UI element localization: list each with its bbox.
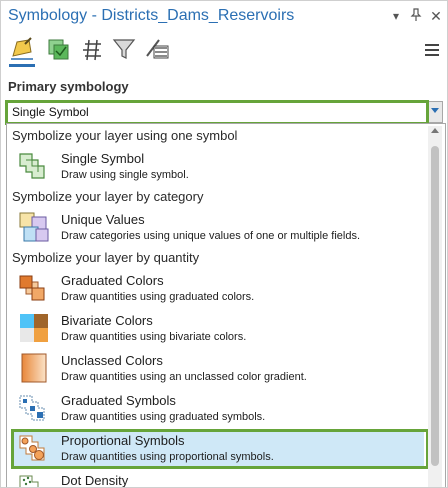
- dropdown-selected-value: Single Symbol: [12, 105, 89, 119]
- symbology-toolbar: [1, 33, 447, 71]
- group-header: Symbolize your layer by quantity: [12, 250, 200, 265]
- item-title: Single Symbol: [61, 151, 145, 166]
- scrollbar-thumb[interactable]: [431, 146, 439, 466]
- bivariate-colors-icon: [18, 312, 50, 344]
- dropdown-arrow-button[interactable]: [427, 101, 443, 123]
- hamburger-icon[interactable]: [425, 44, 439, 56]
- filter-icon[interactable]: [111, 36, 137, 62]
- list-item-bivariate-colors[interactable]: Bivariate Colors Draw quantities using b…: [12, 310, 424, 348]
- item-title: Proportional Symbols: [61, 433, 185, 448]
- graduated-symbols-icon: [18, 392, 50, 424]
- item-description: Draw using single symbol.: [61, 169, 189, 181]
- chevron-down-icon[interactable]: ▾: [389, 8, 403, 24]
- scroll-up-icon[interactable]: [431, 128, 439, 133]
- symbology-pane: Symbology - Districts_Dams_Reservoirs ▾ …: [0, 0, 448, 488]
- dot-density-icon: [18, 472, 50, 487]
- primary-symbology-label: Primary symbology: [8, 79, 129, 94]
- chevron-down-icon: [431, 108, 439, 113]
- vary-symbology-icon[interactable]: [45, 36, 71, 62]
- list-scrollbar[interactable]: [428, 126, 442, 487]
- item-description: Draw quantities using proportional symbo…: [61, 451, 274, 463]
- unclassed-colors-icon: [18, 352, 50, 384]
- list-item-graduated-symbols[interactable]: Graduated Symbols Draw quantities using …: [12, 390, 424, 428]
- pane-title-bar: Symbology - Districts_Dams_Reservoirs ▾ …: [1, 1, 447, 33]
- item-title: Bivariate Colors: [61, 313, 153, 328]
- single-symbol-icon: [18, 150, 50, 182]
- list-item-dot-density[interactable]: Dot Density: [12, 470, 424, 488]
- symbol-classes-icon[interactable]: [79, 36, 105, 62]
- list-item-unclassed-colors[interactable]: Unclassed Colors Draw quantities using a…: [12, 350, 424, 388]
- group-header: Symbolize your layer by category: [12, 189, 204, 204]
- item-description: Draw quantities using bivariate colors.: [61, 331, 247, 343]
- list-item-unique-values[interactable]: Unique Values Draw categories using uniq…: [12, 209, 424, 247]
- list-item-graduated-colors[interactable]: Graduated Colors Draw quantities using g…: [12, 270, 424, 308]
- item-title: Dot Density: [61, 473, 129, 488]
- active-tab-indicator: [9, 64, 35, 67]
- item-description: Draw categories using unique values of o…: [61, 230, 360, 242]
- list-item-single-symbol[interactable]: Single Symbol Draw using single symbol.: [12, 148, 424, 186]
- label-classes-icon[interactable]: [143, 36, 169, 62]
- pane-title: Symbology - Districts_Dams_Reservoirs: [8, 7, 295, 24]
- item-title: Unique Values: [61, 212, 145, 227]
- list-item-proportional-symbols[interactable]: Proportional Symbols Draw quantities usi…: [12, 430, 424, 468]
- item-description: Draw quantities using graduated symbols.: [61, 411, 266, 423]
- item-title: Graduated Colors: [61, 273, 164, 288]
- primary-symbology-dropdown[interactable]: Single Symbol: [7, 101, 429, 123]
- unique-values-icon: [18, 211, 50, 243]
- item-title: Graduated Symbols: [61, 393, 176, 408]
- symbology-options-list: Symbolize your layer using one symbol Si…: [6, 123, 446, 488]
- close-icon[interactable]: ✕: [429, 8, 443, 24]
- primary-symbology-icon[interactable]: [9, 36, 35, 62]
- pin-icon[interactable]: [409, 8, 423, 26]
- item-description: Draw quantities using graduated colors.: [61, 291, 255, 303]
- item-title: Unclassed Colors: [61, 353, 163, 368]
- item-description: Draw quantities using an unclassed color…: [61, 371, 307, 383]
- group-header: Symbolize your layer using one symbol: [12, 128, 238, 143]
- graduated-colors-icon: [18, 272, 50, 304]
- proportional-symbols-icon: [18, 432, 50, 464]
